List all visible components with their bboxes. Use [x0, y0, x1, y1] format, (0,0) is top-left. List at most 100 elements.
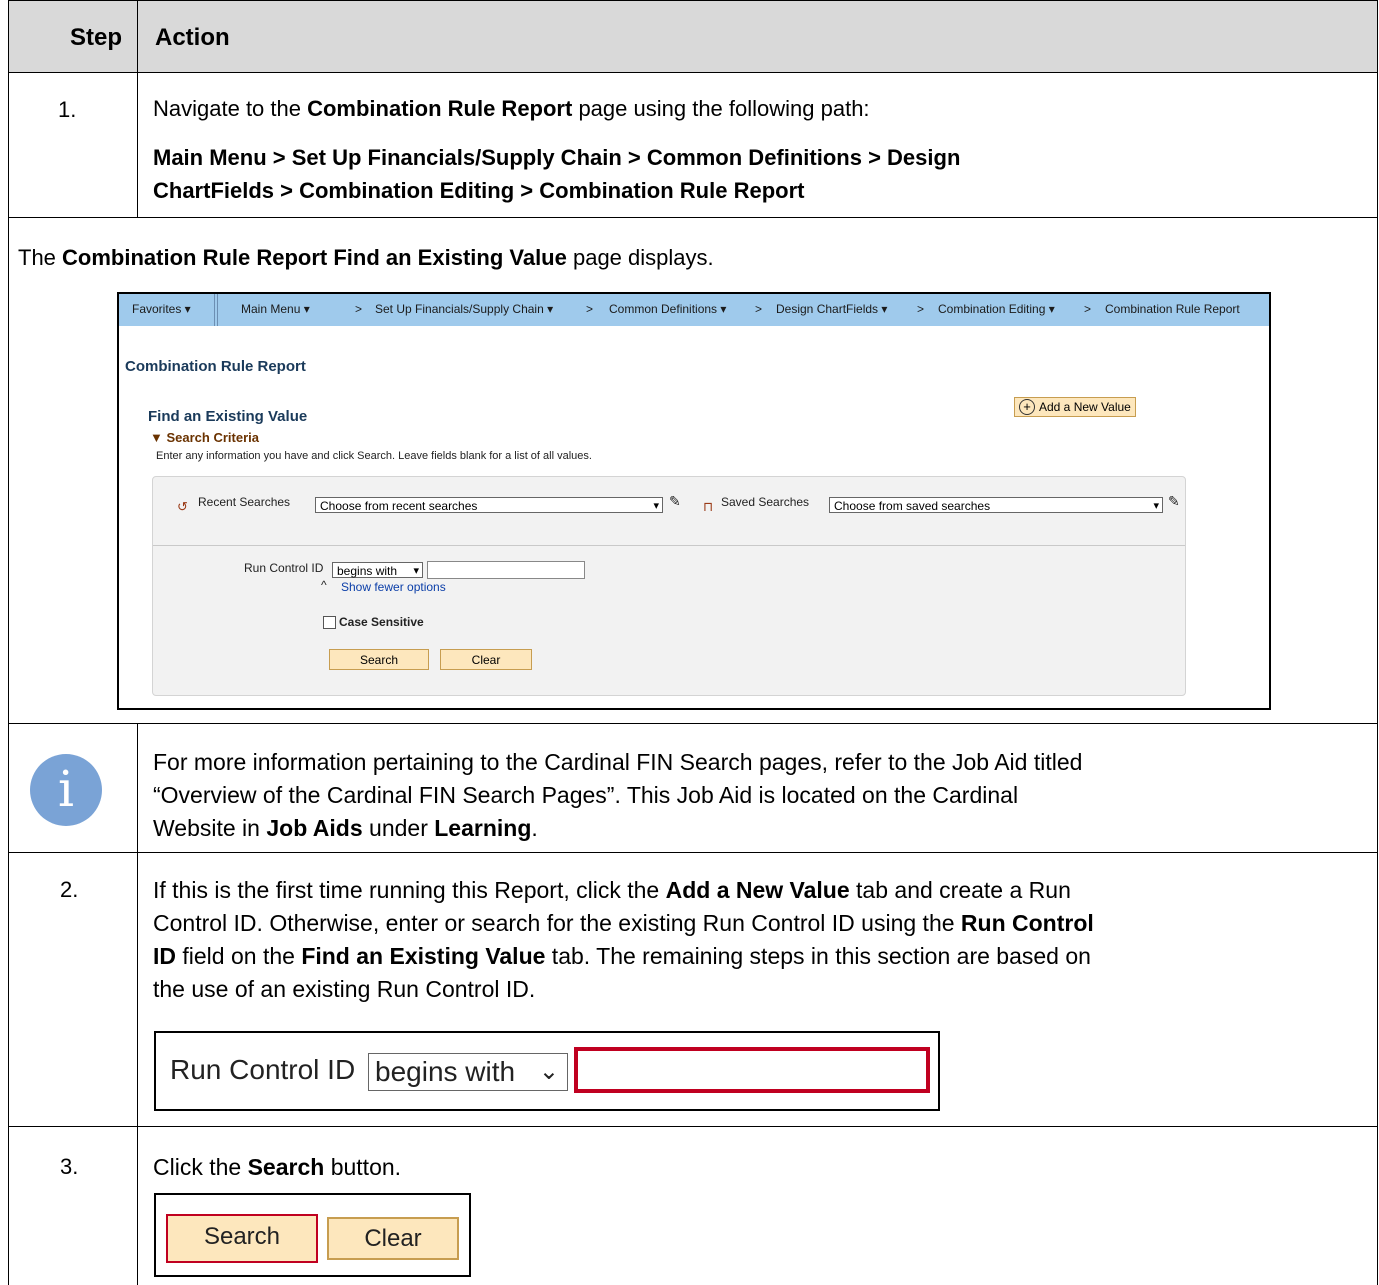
chevron-right-icon: > [917, 302, 925, 316]
search-page-screenshot: Favorites ▾ Main Menu ▾ > Set Up Financi… [117, 292, 1271, 710]
grid-line [8, 0, 9, 1285]
grid-line [8, 217, 1378, 218]
text: button. [324, 1154, 402, 1180]
search-panel: ↺ Recent Searches Choose from recent sea… [152, 476, 1186, 696]
divider [153, 545, 1185, 546]
recent-searches-label: Recent Searches [198, 495, 291, 509]
nav-design-chartfields[interactable]: Design ChartFields ▾ [776, 302, 887, 316]
text: tab and create a Run [849, 877, 1071, 903]
clear-button[interactable]: Clear [327, 1217, 459, 1260]
run-control-id-label: Run Control ID [244, 561, 324, 575]
page-name: Combination Rule Report Find an Existing… [62, 245, 567, 270]
row1-instruction: Navigate to the Combination Rule Report … [153, 94, 870, 124]
nav-path-line-1: Main Menu > Set Up Financials/Supply Cha… [153, 145, 961, 170]
nav-separator [214, 294, 215, 326]
row2-line-1: If this is the first time running this R… [153, 874, 1071, 907]
run-control-id-input[interactable] [427, 561, 585, 579]
plus-circle-icon: + [1019, 399, 1035, 415]
text: tab. The remaining steps in this section… [545, 943, 1091, 969]
emphasis: Search [247, 1154, 325, 1180]
grid-line [8, 723, 1378, 724]
nav-main-menu[interactable]: Main Menu ▾ [241, 302, 310, 316]
emphasis: Job Aids [266, 815, 363, 841]
select-value: Choose from recent searches [320, 499, 478, 513]
pencil-icon[interactable]: ✎ [669, 493, 681, 510]
nav-path-line-2: ChartFields > Combination Editing > Comb… [153, 178, 805, 203]
grid-line [8, 852, 1378, 853]
step-number: 3. [60, 1154, 79, 1179]
select-value: Choose from saved searches [834, 499, 991, 513]
grid-line [8, 1126, 1378, 1127]
chevron-right-icon: > [755, 302, 763, 316]
emphasis: ID [153, 943, 176, 969]
run-control-operator-select[interactable]: begins with ⌄ [368, 1053, 568, 1091]
chevron-down-icon: ▾ [653, 500, 659, 512]
row2-line-3: ID field on the Find an Existing Value t… [153, 940, 1091, 973]
pencil-icon[interactable]: ✎ [1168, 493, 1180, 510]
select-value: begins with [337, 564, 398, 578]
chevron-down-icon: ⌄ [538, 1058, 559, 1085]
nav-bar: Favorites ▾ Main Menu ▾ > Set Up Financi… [119, 294, 1269, 326]
search-criteria-toggle[interactable]: ▼ Search Criteria [150, 430, 259, 445]
find-existing-title: Find an Existing Value [148, 408, 308, 425]
recent-searches-select[interactable]: Choose from recent searches ▾ [315, 497, 663, 513]
table-header: Step Action [8, 0, 1378, 73]
chevron-up-icon: ^ [321, 578, 327, 592]
page-name: Combination Rule Report [307, 96, 573, 121]
history-icon: ↺ [177, 499, 188, 514]
chevron-right-icon: > [1084, 302, 1092, 316]
text: Website in [153, 815, 267, 841]
row3-instruction: Click the Search button. [153, 1151, 401, 1184]
search-hint: Enter any information you have and click… [156, 450, 592, 462]
info-line-1: For more information pertaining to the C… [153, 749, 1083, 775]
text: page using the following path: [572, 96, 870, 121]
emphasis: Add a New Value [665, 877, 850, 903]
show-fewer-options-link[interactable]: Show fewer options [341, 580, 446, 594]
grid-line [137, 723, 138, 1285]
emphasis: Run Control [960, 910, 1094, 936]
nav-common-definitions[interactable]: Common Definitions ▾ [609, 302, 726, 316]
text: . [531, 815, 538, 841]
grid-line [137, 0, 138, 218]
page-title: Combination Rule Report [125, 358, 306, 375]
add-new-value-label: Add a New Value [1039, 400, 1131, 414]
search-button-crop: Search Clear [154, 1193, 471, 1277]
search-button[interactable]: Search [166, 1214, 318, 1263]
step-number: 2. [60, 877, 79, 902]
case-sensitive-label: Case Sensitive [339, 615, 424, 629]
nav-separator [217, 294, 218, 326]
nav-setup[interactable]: Set Up Financials/Supply Chain ▾ [375, 302, 553, 316]
case-sensitive-checkbox[interactable] [323, 616, 336, 629]
nav-combination-rule-report[interactable]: Combination Rule Report [1105, 302, 1240, 316]
add-new-value-button[interactable]: + Add a New Value [1014, 397, 1136, 417]
saved-searches-select[interactable]: Choose from saved searches ▾ [829, 497, 1163, 513]
row2-line-4: the use of an existing Run Control ID. [153, 976, 536, 1002]
chevron-down-icon: ▾ [1153, 500, 1159, 512]
row2-line-2: Control ID. Otherwise, enter or search f… [153, 907, 1094, 940]
text: The [18, 245, 63, 270]
intro-text: The Combination Rule Report Find an Exis… [18, 243, 714, 273]
clear-button[interactable]: Clear [440, 649, 532, 670]
info-line-2: “Overview of the Cardinal FIN Search Pag… [153, 782, 1019, 808]
saved-searches-label: Saved Searches [721, 495, 810, 509]
header-action: Action [155, 24, 230, 51]
run-control-crop: Run Control ID begins with ⌄ [154, 1031, 940, 1111]
chevron-down-icon: ▾ [413, 565, 419, 577]
info-icon: i [30, 754, 102, 826]
bookmark-icon: ⊓ [703, 499, 714, 514]
nav-combination-editing[interactable]: Combination Editing ▾ [938, 302, 1055, 316]
grid-line [8, 0, 1378, 1]
grid-line [8, 72, 1378, 73]
search-button[interactable]: Search [329, 649, 429, 670]
emphasis: Learning [434, 815, 532, 841]
info-line-3: Website in Job Aids under Learning. [153, 812, 538, 845]
chevron-right-icon: > [586, 302, 594, 316]
nav-favorites[interactable]: Favorites ▾ [132, 302, 191, 316]
emphasis: Find an Existing Value [301, 943, 546, 969]
run-control-operator-select[interactable]: begins with ▾ [332, 562, 423, 578]
header-step: Step [70, 24, 123, 51]
run-control-id-label: Run Control ID [170, 1054, 356, 1085]
run-control-id-input-highlight[interactable] [574, 1047, 930, 1093]
select-value: begins with [375, 1056, 516, 1087]
text: page displays. [566, 245, 714, 270]
